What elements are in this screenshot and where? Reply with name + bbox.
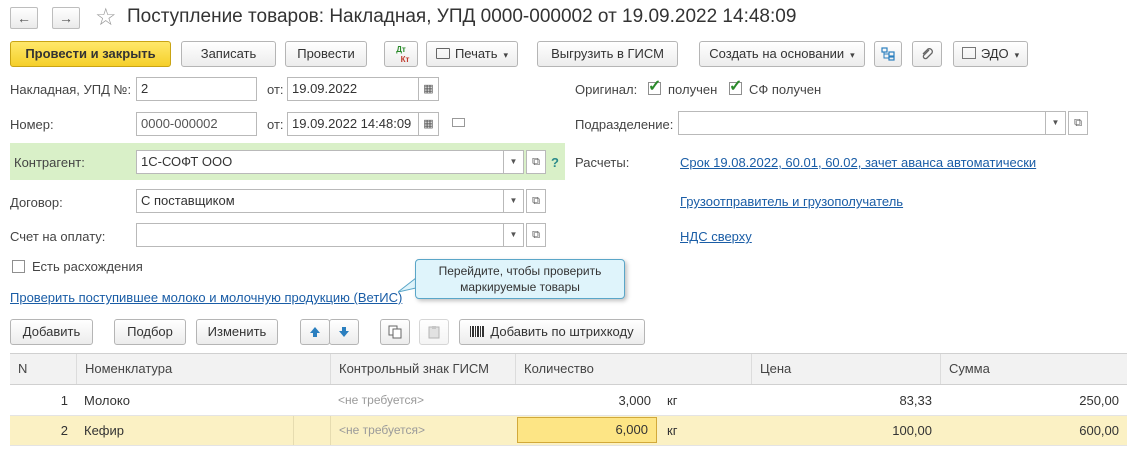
open-contract-icon[interactable]: ⧉ (526, 189, 546, 213)
save-button[interactable]: Записать (181, 41, 276, 67)
barcode-icon (470, 326, 485, 337)
row-unit[interactable]: кг (659, 386, 751, 415)
column-header-n[interactable]: N (10, 354, 76, 384)
paperclip-icon (922, 48, 933, 60)
row-quantity-editing[interactable]: 6,000 (517, 417, 657, 443)
edo-button[interactable]: ЭДО ▾ (953, 41, 1028, 67)
contractor-label: Контрагент: (14, 155, 85, 170)
dt-kt-button[interactable]: Дт Кт (384, 41, 418, 67)
attach-button[interactable] (912, 41, 942, 67)
help-icon[interactable]: ? (551, 155, 559, 170)
calendar-icon[interactable]: ▦ (419, 77, 439, 101)
vat-link[interactable]: НДС сверху (680, 229, 752, 244)
received-label: получен (668, 82, 718, 97)
original-label: Оригинал: (575, 82, 638, 97)
row-number: 2 (60, 423, 68, 438)
copy-button[interactable] (380, 319, 410, 345)
row-quantity[interactable]: 3,000 (515, 386, 659, 415)
select-button[interactable]: Подбор (114, 319, 186, 345)
chevron-down-icon[interactable]: ▼ (504, 223, 524, 247)
vetis-link[interactable]: Проверить поступившее молоко и молочную … (10, 290, 402, 305)
favorite-star-icon[interactable]: ☆ (95, 4, 117, 32)
row-gism[interactable]: <не требуется> (330, 416, 515, 445)
settlements-label: Расчеты: (575, 155, 630, 170)
chevron-down-icon: ▾ (503, 50, 509, 60)
column-header-item[interactable]: Номенклатура (76, 354, 330, 384)
copy-icon (388, 325, 402, 339)
row-price[interactable]: 83,33 (751, 386, 940, 415)
dt-kt-icon: Дт Кт (396, 45, 410, 64)
invoice-date-input[interactable]: 19.09.2022 (287, 77, 419, 101)
settlements-link[interactable]: Срок 19.08.2022, 60.01, 60.02, зачет ава… (680, 155, 1036, 170)
number-date-label: от: (267, 117, 284, 132)
add-button[interactable]: Добавить (10, 319, 93, 345)
invoice-payment-input[interactable] (136, 223, 504, 247)
sf-received-label: СФ получен (749, 82, 822, 97)
check-icon: ✓ (648, 78, 662, 95)
print-button[interactable]: Печать ▾ (426, 41, 518, 67)
invoice-payment-label: Счет на оплату: (10, 229, 106, 244)
page-title: Поступление товаров: Накладная, УПД 0000… (127, 6, 797, 27)
structure-icon (881, 47, 895, 61)
invoice-number-label: Накладная, УПД №: (10, 82, 132, 97)
number-input[interactable]: 0000-000002 (136, 112, 257, 136)
move-up-button[interactable] (300, 319, 330, 345)
chevron-down-icon: ▾ (1014, 50, 1020, 60)
chevron-down-icon: ▾ (850, 50, 855, 60)
comment-icon[interactable] (452, 118, 465, 127)
discrepancy-label: Есть расхождения (32, 259, 143, 274)
paste-icon (428, 326, 440, 339)
row-price[interactable]: 100,00 (751, 416, 940, 445)
structure-button[interactable] (874, 41, 902, 67)
row-sum[interactable]: 250,00 (940, 386, 1127, 415)
table-row[interactable]: 2 Кефир <не требуется> 6,000 кг 100,00 6… (10, 416, 1127, 446)
row-item[interactable]: Кефир (76, 416, 294, 445)
post-and-close-button[interactable]: Провести и закрыть (10, 41, 171, 67)
chevron-down-icon[interactable]: ▼ (504, 189, 524, 213)
column-header-price[interactable]: Цена (751, 354, 940, 384)
edo-icon (961, 47, 976, 59)
check-icon: ✓ (729, 78, 743, 95)
move-down-button[interactable] (329, 319, 359, 345)
open-department-icon[interactable]: ⧉ (1068, 111, 1088, 135)
discrepancy-checkbox[interactable] (12, 260, 25, 273)
column-header-quantity[interactable]: Количество (515, 354, 751, 384)
chevron-down-icon[interactable]: ▼ (504, 150, 524, 174)
shipper-consignee-link[interactable]: Грузоотправитель и грузополучатель (680, 194, 903, 209)
row-sum[interactable]: 600,00 (940, 416, 1127, 445)
row-number: 1 (60, 393, 68, 408)
row-gism[interactable]: <не требуется> (330, 386, 515, 415)
open-invoice-payment-icon[interactable]: ⧉ (526, 223, 546, 247)
back-button[interactable]: ← (10, 7, 38, 29)
row-unit[interactable]: кг (659, 416, 751, 445)
create-based-on-button[interactable]: Создать на основании ▾ (699, 41, 865, 67)
table-row[interactable]: 1 Молоко <не требуется> 3,000 кг 83,33 2… (10, 386, 1127, 416)
open-contractor-icon[interactable]: ⧉ (526, 150, 546, 174)
invoice-number-input[interactable]: 2 (136, 77, 257, 101)
edit-button[interactable]: Изменить (196, 319, 278, 345)
tooltip: Перейдите, чтобы проверить маркируемые т… (415, 259, 625, 299)
forward-button[interactable]: → (52, 7, 80, 29)
invoice-date-label: от: (267, 82, 284, 97)
column-header-sum[interactable]: Сумма (940, 354, 1127, 384)
printer-icon (435, 48, 450, 59)
paste-button[interactable] (419, 319, 449, 345)
contractor-input[interactable]: 1С-СОФТ ООО (136, 150, 504, 174)
calendar-icon[interactable]: ▦ (419, 112, 439, 136)
department-label: Подразделение: (575, 117, 674, 132)
add-by-barcode-button[interactable]: Добавить по штрихкоду (459, 319, 645, 345)
number-label: Номер: (10, 117, 54, 132)
chevron-down-icon[interactable]: ▼ (1046, 111, 1066, 135)
post-button[interactable]: Провести (285, 41, 367, 67)
contract-label: Договор: (10, 195, 63, 210)
arrow-down-icon (339, 327, 349, 337)
department-input[interactable] (678, 111, 1046, 135)
export-gism-button[interactable]: Выгрузить в ГИСМ (537, 41, 678, 67)
number-datetime-input[interactable]: 19.09.2022 14:48:09 (287, 112, 419, 136)
table-header: N Номенклатура Контрольный знак ГИСМ Кол… (10, 353, 1127, 385)
row-item[interactable]: Молоко (76, 386, 330, 415)
column-header-gism[interactable]: Контрольный знак ГИСМ (330, 354, 515, 384)
contract-input[interactable]: С поставщиком (136, 189, 504, 213)
arrow-up-icon (310, 327, 320, 337)
